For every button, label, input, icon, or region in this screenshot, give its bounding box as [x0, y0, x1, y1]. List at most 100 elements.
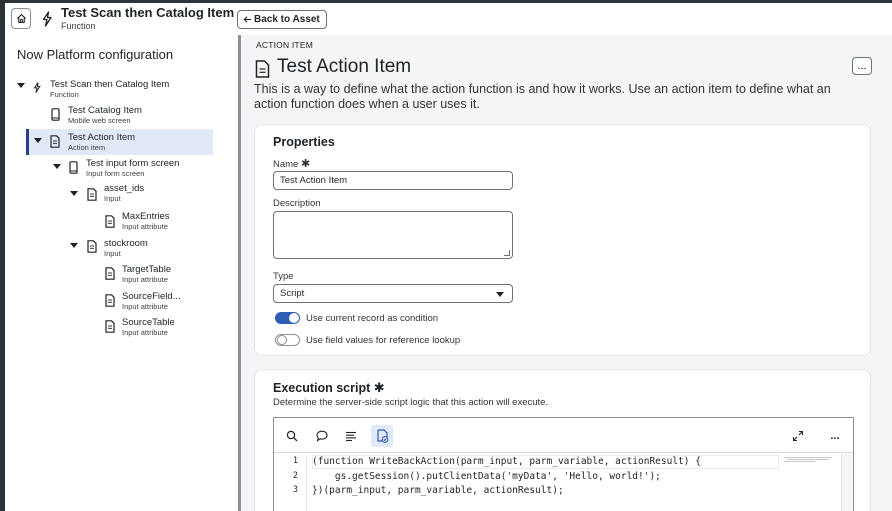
caret-down-icon[interactable] — [53, 164, 61, 169]
tree-node-type: Input attribute — [122, 275, 168, 284]
tree-node-label: Test input form screen — [86, 158, 180, 169]
caret-down-icon[interactable] — [17, 83, 25, 88]
main-panel: ACTION ITEM ... Test Action Item This is… — [241, 35, 892, 511]
editor-more-button[interactable]: ... — [825, 426, 845, 446]
toggle-use-current-record[interactable] — [275, 312, 300, 324]
execution-script-card: Execution script ✱ Determine the server-… — [254, 369, 871, 511]
document-icon — [105, 267, 115, 280]
toggle-use-field-values[interactable] — [275, 334, 300, 346]
mobile-screen-icon — [51, 108, 60, 121]
editor-scrollbar[interactable] — [841, 454, 853, 511]
tree-node-label: TargetTable — [122, 264, 172, 275]
function-icon — [33, 82, 41, 93]
toggle-use-field-values-label: Use field values for reference lookup — [306, 335, 461, 346]
required-star-icon: ✱ — [300, 158, 311, 170]
tree-node-target-table[interactable]: TargetTable Input attribute — [87, 263, 227, 289]
caret-down-icon[interactable] — [34, 138, 42, 143]
tree-node-type: Input attribute — [122, 302, 168, 311]
name-input[interactable]: Test Action Item — [273, 171, 513, 190]
editor-toolbar: ... — [274, 418, 853, 453]
format-icon — [346, 431, 356, 442]
document-icon — [50, 135, 60, 148]
header-title: Test Scan then Catalog Item — [61, 5, 235, 20]
document-icon — [105, 294, 115, 307]
code-line: 1 (function WriteBackAction(parm_input, … — [274, 455, 853, 470]
tree-node-type: Input form screen — [86, 169, 145, 178]
comment-icon — [316, 430, 328, 442]
arrow-left-icon — [243, 16, 252, 23]
properties-card: Properties Name ✱ Test Action Item Descr… — [254, 124, 871, 356]
page-title: Test Action Item — [277, 56, 412, 77]
minimap-row — [787, 459, 829, 460]
document-icon — [87, 188, 97, 201]
tree-node-type: Mobile web screen — [68, 116, 131, 125]
line-number: 1 — [292, 456, 298, 466]
description-textarea[interactable] — [273, 211, 513, 259]
code-text: gs.getSession().putClientData('myData', … — [312, 470, 661, 482]
tree-node-action-item[interactable]: Test Action Item Action item — [26, 129, 213, 155]
tree-node-input-form[interactable]: Test input form screen Input form screen — [51, 157, 221, 183]
minimap-row — [784, 457, 832, 458]
resize-grip-icon[interactable] — [504, 250, 510, 256]
code-text: (function WriteBackAction(parm_input, pa… — [312, 456, 701, 467]
line-number: 3 — [292, 485, 298, 495]
script-editor[interactable]: ... 1 (function WriteBackAction(parm_inp… — [273, 417, 854, 511]
tree-node-type: Action item — [68, 143, 106, 152]
tree-node-label: Test Catalog Item — [68, 105, 142, 116]
code-line: 3 })(parm_input, parm_variable, actionRe… — [274, 484, 853, 499]
properties-heading: Properties — [273, 135, 335, 149]
format-button[interactable] — [341, 426, 361, 446]
type-field-label: Type — [273, 271, 294, 282]
chevron-down-icon — [496, 292, 504, 297]
sidebar-title: Now Platform configuration — [17, 47, 174, 62]
name-label-text: Name — [273, 159, 299, 170]
header-subtitle: Function — [61, 21, 96, 31]
tree-node-type: Input attribute — [122, 222, 168, 231]
code-text: })(parm_input, parm_variable, actionResu… — [312, 485, 564, 496]
type-select[interactable]: Script — [273, 284, 513, 303]
tree-node-label: MaxEntries — [122, 211, 170, 222]
toggle-use-current-record-label: Use current record as condition — [306, 313, 439, 324]
more-actions-button[interactable]: ... — [852, 57, 872, 75]
tree-node-type: Input — [104, 194, 121, 203]
tree-node-type: Input — [104, 249, 121, 258]
back-button-label: Back to Asset — [254, 14, 320, 25]
tree-node-label: stockroom — [104, 238, 148, 249]
tree-node-asset-ids[interactable]: asset_ids Input — [69, 183, 219, 210]
back-to-asset-button[interactable]: Back to Asset — [237, 10, 327, 29]
document-icon — [87, 240, 97, 253]
search-button[interactable] — [282, 426, 302, 446]
tree-node-stockroom[interactable]: stockroom Input — [69, 237, 219, 263]
caret-down-icon[interactable] — [70, 243, 78, 248]
document-icon — [105, 215, 115, 228]
script-check-icon — [376, 429, 388, 443]
line-number: 2 — [292, 470, 298, 481]
expand-editor-button[interactable] — [788, 426, 808, 446]
code-line: 2 gs.getSession().putClientData('myData'… — [274, 470, 853, 485]
toggle-knob — [277, 335, 287, 345]
comment-button[interactable] — [312, 426, 332, 446]
tree-node-type: Input attribute — [122, 328, 168, 337]
tree-node-label: Test Scan then Catalog Item — [50, 79, 170, 90]
execution-subtitle: Determine the server-side script logic t… — [273, 397, 549, 408]
home-button[interactable] — [11, 8, 31, 29]
expand-icon — [792, 430, 804, 442]
execution-heading-text: Execution script — [273, 381, 371, 395]
app-frame: Test Scan then Catalog Item Function Bac… — [5, 3, 892, 511]
tree-node-catalog-item[interactable]: Test Catalog Item Mobile web screen — [33, 104, 213, 130]
tree-node-source-field[interactable]: SourceField... Input attribute — [87, 290, 227, 316]
sidebar: Now Platform configuration Test Scan the… — [5, 35, 238, 511]
code-minimap[interactable] — [784, 457, 834, 463]
search-icon — [286, 430, 298, 442]
script-validate-button[interactable] — [371, 425, 393, 447]
section-eyebrow: ACTION ITEM — [256, 40, 313, 50]
tree-node-max-entries[interactable]: MaxEntries Input attribute — [87, 210, 227, 236]
tree-node-label: asset_ids — [104, 183, 145, 194]
code-area[interactable]: 1 (function WriteBackAction(parm_input, … — [274, 455, 853, 499]
tree-node-label: SourceField... — [122, 291, 181, 302]
tree-node-function[interactable]: Test Scan then Catalog Item Function — [15, 78, 215, 104]
required-star-icon: ✱ — [373, 380, 385, 395]
caret-down-icon[interactable] — [70, 191, 78, 196]
description-field-label: Description — [273, 198, 321, 209]
tree-node-source-table[interactable]: SourceTable Input attribute — [87, 316, 227, 342]
